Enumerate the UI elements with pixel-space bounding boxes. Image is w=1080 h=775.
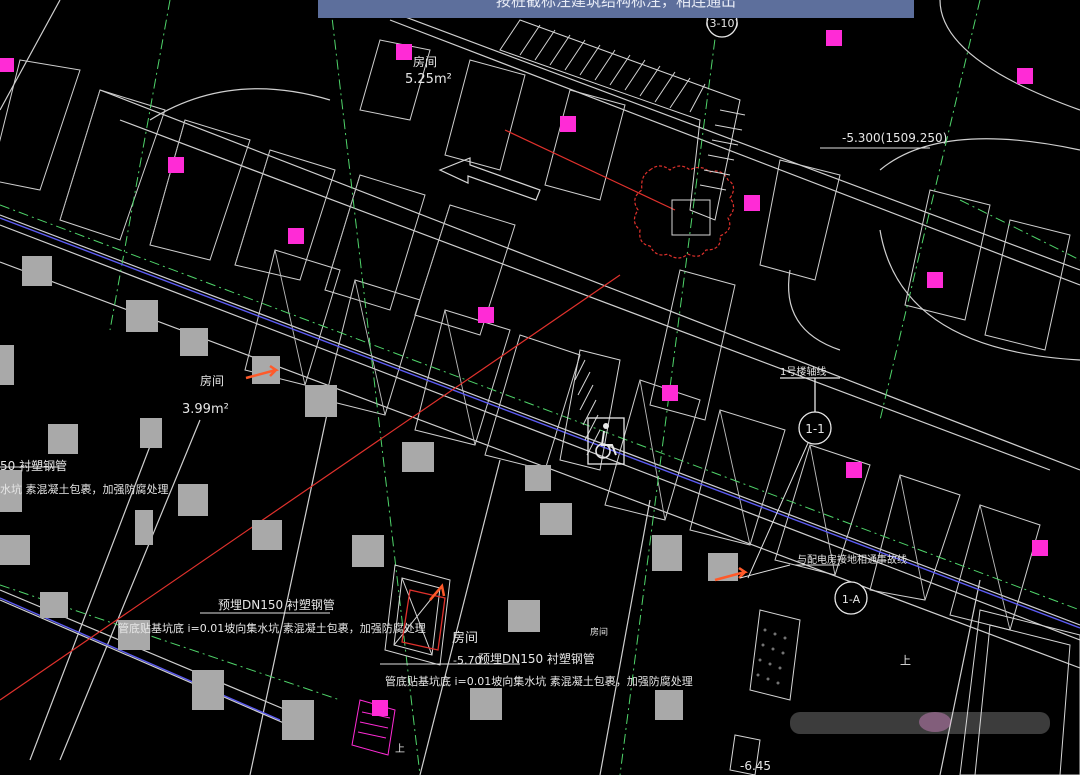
elevation-top-right: -5.300(1509.250) (842, 131, 947, 145)
cad-drawing-canvas[interactable]: 房间 5.25m² 房间 3.99m² 房间 房间 -5.300(1509.25… (0, 0, 1080, 775)
note-left-pipe-title: 50 衬塑钢管 (0, 458, 67, 473)
axis-note: 1号楼轴线 (780, 365, 826, 378)
axis-label-right: 1-1 (805, 422, 825, 436)
note-mid-pipe-desc: 管底贴基坑底 i=0.01坡向集水坑 素混凝土包裹，加强防腐处理 (118, 621, 426, 635)
note-leaders (0, 147, 930, 665)
note-low-pipe-desc: 管底贴基坑底 i=0.01坡向集水坑 素混凝土包裹，加强防腐处理 (385, 674, 693, 688)
stair-dots (756, 628, 787, 685)
bay-diagonals (59, 89, 1011, 631)
room-left-area: 3.99m² (182, 402, 229, 417)
title-banner: 按桩截标注建筑结构标注，相连通出 (318, 0, 914, 18)
staircase (499, 19, 746, 236)
note-low-pipe-title: 预埋DN150 衬塑钢管 (478, 651, 595, 666)
floor-plan-drawing: 房间 5.25m² 房间 3.99m² 房间 房间 -5.300(1509.25… (0, 0, 1080, 775)
elevation-bottom: -6.45 (740, 759, 771, 773)
note-mid-pipe-title: 预埋DN150 衬塑钢管 (218, 597, 335, 612)
up-mark-2: 上 (395, 743, 405, 755)
axis-label-lower: 1-A (842, 593, 861, 606)
parking-bays (0, 39, 1071, 631)
room-left-label: 房间 (200, 373, 224, 388)
red-leader-lines (0, 129, 735, 701)
up-mark: 上 (900, 654, 911, 667)
banner-text: 按桩截标注建筑结构标注，相连通出 (495, 0, 736, 10)
room-top-area: 5.25m² (405, 72, 452, 87)
note-left-pipe-desc: 水坑 素混凝土包裹，加强防腐处理 (0, 482, 169, 496)
room-bottom-small: 房间 (590, 626, 608, 638)
shaft-boxes (384, 564, 1080, 775)
room-bottom-label: 房间 (452, 630, 478, 646)
axis-callouts (706, 6, 868, 615)
watermark-blur (790, 712, 1050, 734)
room-top-label: 房间 (413, 54, 437, 69)
note-right: 与配电房接地相通事故线 (797, 553, 907, 566)
axis-label-top: (3-10) (705, 17, 739, 30)
traffic-arrow (438, 157, 541, 201)
